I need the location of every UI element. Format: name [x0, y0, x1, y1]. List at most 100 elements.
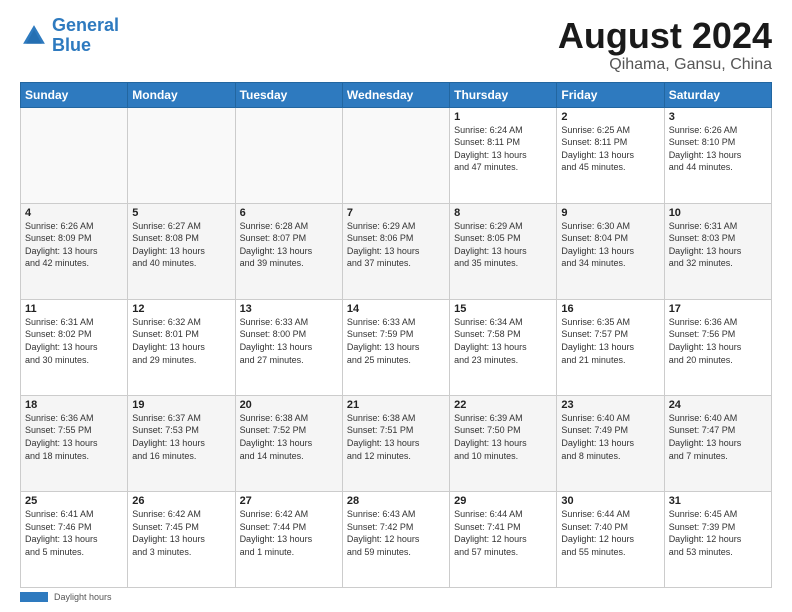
day-info: Sunrise: 6:30 AM Sunset: 8:04 PM Dayligh…	[561, 220, 659, 270]
calendar-cell: 30Sunrise: 6:44 AM Sunset: 7:40 PM Dayli…	[557, 491, 664, 587]
calendar-cell: 9Sunrise: 6:30 AM Sunset: 8:04 PM Daylig…	[557, 203, 664, 299]
day-info: Sunrise: 6:28 AM Sunset: 8:07 PM Dayligh…	[240, 220, 338, 270]
day-info: Sunrise: 6:27 AM Sunset: 8:08 PM Dayligh…	[132, 220, 230, 270]
col-sunday: Sunday	[21, 82, 128, 107]
footer-label: Daylight hours	[54, 592, 112, 602]
day-info: Sunrise: 6:33 AM Sunset: 8:00 PM Dayligh…	[240, 316, 338, 366]
calendar-cell: 5Sunrise: 6:27 AM Sunset: 8:08 PM Daylig…	[128, 203, 235, 299]
calendar-week-1: 1Sunrise: 6:24 AM Sunset: 8:11 PM Daylig…	[21, 107, 772, 203]
calendar-cell: 2Sunrise: 6:25 AM Sunset: 8:11 PM Daylig…	[557, 107, 664, 203]
day-number: 9	[561, 207, 659, 219]
day-number: 16	[561, 303, 659, 315]
calendar-cell: 10Sunrise: 6:31 AM Sunset: 8:03 PM Dayli…	[664, 203, 771, 299]
day-info: Sunrise: 6:25 AM Sunset: 8:11 PM Dayligh…	[561, 124, 659, 174]
day-number: 6	[240, 207, 338, 219]
calendar-cell	[128, 107, 235, 203]
calendar-cell: 29Sunrise: 6:44 AM Sunset: 7:41 PM Dayli…	[450, 491, 557, 587]
day-number: 22	[454, 399, 552, 411]
day-info: Sunrise: 6:34 AM Sunset: 7:58 PM Dayligh…	[454, 316, 552, 366]
col-saturday: Saturday	[664, 82, 771, 107]
page: General Blue August 2024 Qihama, Gansu, …	[0, 0, 792, 612]
calendar-cell: 25Sunrise: 6:41 AM Sunset: 7:46 PM Dayli…	[21, 491, 128, 587]
day-info: Sunrise: 6:37 AM Sunset: 7:53 PM Dayligh…	[132, 412, 230, 462]
day-number: 10	[669, 207, 767, 219]
calendar-cell: 11Sunrise: 6:31 AM Sunset: 8:02 PM Dayli…	[21, 299, 128, 395]
calendar-cell: 6Sunrise: 6:28 AM Sunset: 8:07 PM Daylig…	[235, 203, 342, 299]
day-number: 26	[132, 495, 230, 507]
logo-line1: General	[52, 15, 119, 35]
day-number: 20	[240, 399, 338, 411]
calendar-cell	[342, 107, 449, 203]
day-info: Sunrise: 6:29 AM Sunset: 8:05 PM Dayligh…	[454, 220, 552, 270]
calendar-cell: 14Sunrise: 6:33 AM Sunset: 7:59 PM Dayli…	[342, 299, 449, 395]
day-number: 12	[132, 303, 230, 315]
logo-icon	[20, 22, 48, 50]
col-thursday: Thursday	[450, 82, 557, 107]
calendar-week-3: 11Sunrise: 6:31 AM Sunset: 8:02 PM Dayli…	[21, 299, 772, 395]
calendar-cell	[235, 107, 342, 203]
day-number: 15	[454, 303, 552, 315]
day-info: Sunrise: 6:45 AM Sunset: 7:39 PM Dayligh…	[669, 508, 767, 558]
calendar-cell: 19Sunrise: 6:37 AM Sunset: 7:53 PM Dayli…	[128, 395, 235, 491]
calendar-cell: 15Sunrise: 6:34 AM Sunset: 7:58 PM Dayli…	[450, 299, 557, 395]
day-info: Sunrise: 6:31 AM Sunset: 8:02 PM Dayligh…	[25, 316, 123, 366]
col-monday: Monday	[128, 82, 235, 107]
calendar-cell	[21, 107, 128, 203]
day-info: Sunrise: 6:26 AM Sunset: 8:09 PM Dayligh…	[25, 220, 123, 270]
calendar-cell: 4Sunrise: 6:26 AM Sunset: 8:09 PM Daylig…	[21, 203, 128, 299]
footer-swatch	[20, 592, 48, 602]
day-number: 7	[347, 207, 445, 219]
day-number: 5	[132, 207, 230, 219]
day-info: Sunrise: 6:35 AM Sunset: 7:57 PM Dayligh…	[561, 316, 659, 366]
day-number: 27	[240, 495, 338, 507]
day-number: 24	[669, 399, 767, 411]
day-number: 18	[25, 399, 123, 411]
day-info: Sunrise: 6:31 AM Sunset: 8:03 PM Dayligh…	[669, 220, 767, 270]
day-number: 25	[25, 495, 123, 507]
header: General Blue August 2024 Qihama, Gansu, …	[20, 16, 772, 74]
day-info: Sunrise: 6:41 AM Sunset: 7:46 PM Dayligh…	[25, 508, 123, 558]
calendar-cell: 21Sunrise: 6:38 AM Sunset: 7:51 PM Dayli…	[342, 395, 449, 491]
calendar-cell: 20Sunrise: 6:38 AM Sunset: 7:52 PM Dayli…	[235, 395, 342, 491]
main-title: August 2024	[558, 16, 772, 56]
day-info: Sunrise: 6:29 AM Sunset: 8:06 PM Dayligh…	[347, 220, 445, 270]
calendar-week-5: 25Sunrise: 6:41 AM Sunset: 7:46 PM Dayli…	[21, 491, 772, 587]
day-info: Sunrise: 6:43 AM Sunset: 7:42 PM Dayligh…	[347, 508, 445, 558]
calendar-cell: 31Sunrise: 6:45 AM Sunset: 7:39 PM Dayli…	[664, 491, 771, 587]
logo-line2: Blue	[52, 35, 91, 55]
day-number: 23	[561, 399, 659, 411]
title-block: August 2024 Qihama, Gansu, China	[558, 16, 772, 74]
day-info: Sunrise: 6:24 AM Sunset: 8:11 PM Dayligh…	[454, 124, 552, 174]
day-info: Sunrise: 6:39 AM Sunset: 7:50 PM Dayligh…	[454, 412, 552, 462]
calendar-cell: 26Sunrise: 6:42 AM Sunset: 7:45 PM Dayli…	[128, 491, 235, 587]
col-friday: Friday	[557, 82, 664, 107]
calendar-cell: 27Sunrise: 6:42 AM Sunset: 7:44 PM Dayli…	[235, 491, 342, 587]
day-info: Sunrise: 6:32 AM Sunset: 8:01 PM Dayligh…	[132, 316, 230, 366]
day-number: 28	[347, 495, 445, 507]
calendar-cell: 23Sunrise: 6:40 AM Sunset: 7:49 PM Dayli…	[557, 395, 664, 491]
day-info: Sunrise: 6:36 AM Sunset: 7:56 PM Dayligh…	[669, 316, 767, 366]
calendar-cell: 28Sunrise: 6:43 AM Sunset: 7:42 PM Dayli…	[342, 491, 449, 587]
day-number: 2	[561, 111, 659, 123]
day-number: 4	[25, 207, 123, 219]
calendar-cell: 8Sunrise: 6:29 AM Sunset: 8:05 PM Daylig…	[450, 203, 557, 299]
day-info: Sunrise: 6:36 AM Sunset: 7:55 PM Dayligh…	[25, 412, 123, 462]
day-info: Sunrise: 6:26 AM Sunset: 8:10 PM Dayligh…	[669, 124, 767, 174]
col-tuesday: Tuesday	[235, 82, 342, 107]
col-wednesday: Wednesday	[342, 82, 449, 107]
day-number: 11	[25, 303, 123, 315]
day-number: 19	[132, 399, 230, 411]
subtitle: Qihama, Gansu, China	[558, 56, 772, 74]
calendar-table: Sunday Monday Tuesday Wednesday Thursday…	[20, 82, 772, 588]
day-number: 3	[669, 111, 767, 123]
day-info: Sunrise: 6:38 AM Sunset: 7:51 PM Dayligh…	[347, 412, 445, 462]
logo: General Blue	[20, 16, 119, 56]
day-number: 1	[454, 111, 552, 123]
calendar-cell: 7Sunrise: 6:29 AM Sunset: 8:06 PM Daylig…	[342, 203, 449, 299]
day-number: 13	[240, 303, 338, 315]
day-info: Sunrise: 6:40 AM Sunset: 7:47 PM Dayligh…	[669, 412, 767, 462]
footer: Daylight hours	[20, 592, 772, 602]
calendar-header-row: Sunday Monday Tuesday Wednesday Thursday…	[21, 82, 772, 107]
calendar-cell: 22Sunrise: 6:39 AM Sunset: 7:50 PM Dayli…	[450, 395, 557, 491]
day-number: 30	[561, 495, 659, 507]
